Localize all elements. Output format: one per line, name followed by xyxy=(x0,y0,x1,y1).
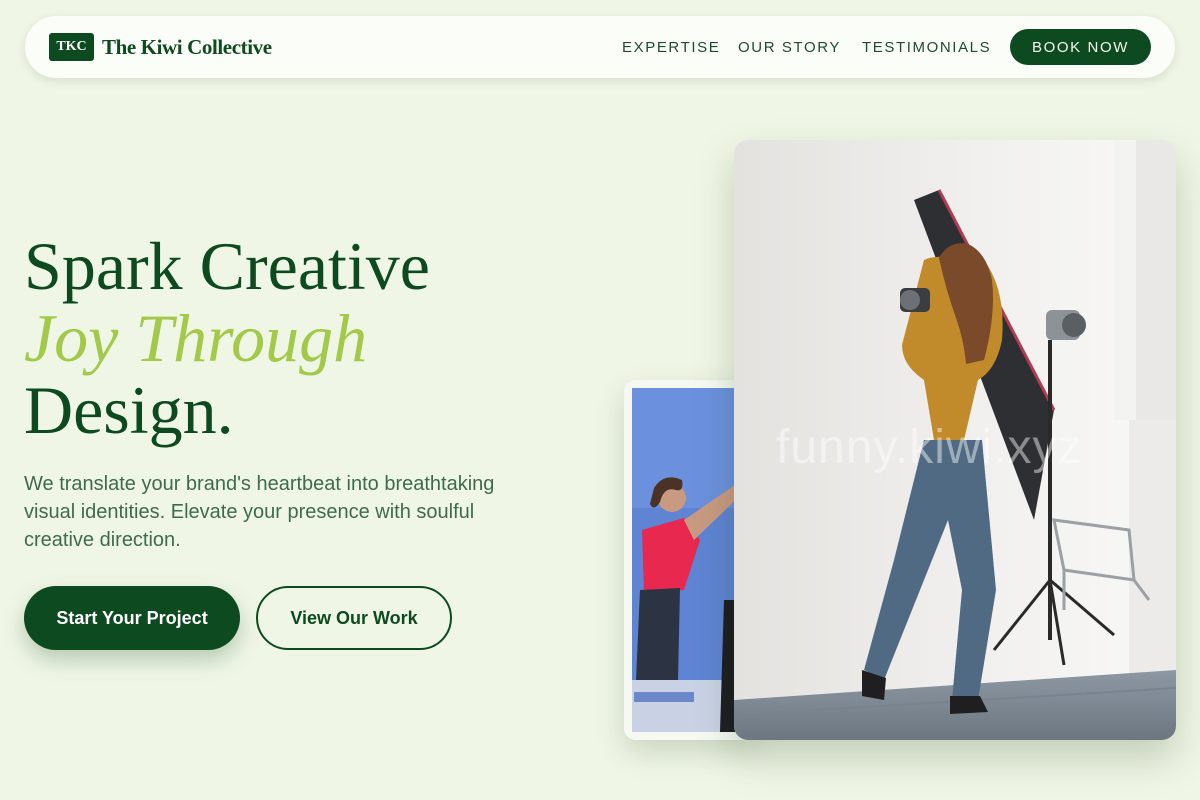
watermark-text: funny.kiwi.xyz xyxy=(776,421,1083,474)
nav-link-our-story[interactable]: OUR STORY xyxy=(738,39,841,56)
nav-link-expertise[interactable]: EXPERTISE xyxy=(622,39,720,56)
brand-name[interactable]: The Kiwi Collective xyxy=(102,35,272,60)
start-project-button[interactable]: Start Your Project xyxy=(24,586,240,650)
headline-line-3: Design. xyxy=(24,372,234,448)
nav-link-testimonials[interactable]: TESTIMONIALS xyxy=(862,39,991,56)
headline-accent: Joy Through xyxy=(24,300,368,376)
hero-subtext: We translate your brand's heartbeat into… xyxy=(24,473,495,551)
logo-badge[interactable]: TKC xyxy=(49,33,94,61)
top-nav: TKC The Kiwi Collective EXPERTISE OUR ST… xyxy=(25,16,1175,78)
headline-line-1: Spark Creative xyxy=(24,228,430,304)
view-work-button[interactable]: View Our Work xyxy=(256,586,452,650)
book-now-button[interactable]: BOOK NOW xyxy=(1010,29,1151,65)
hero-headline: Spark Creative Joy Through Design. xyxy=(24,230,430,446)
